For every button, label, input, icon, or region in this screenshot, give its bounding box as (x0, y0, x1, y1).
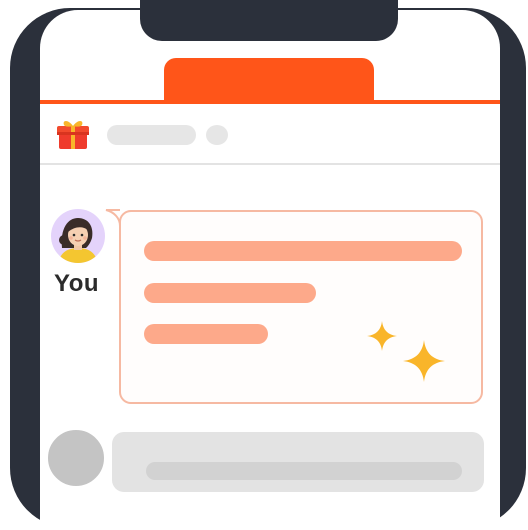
header-title-placeholder (107, 125, 196, 145)
phone-notch (140, 0, 398, 41)
header-badge-placeholder (206, 125, 228, 145)
sparkle-icon (367, 321, 397, 351)
message-line (144, 324, 268, 344)
header-accent-line (40, 100, 500, 104)
sparkle-icon (403, 340, 445, 382)
next-avatar-placeholder (42, 424, 110, 492)
header-divider (40, 163, 500, 165)
gift-icon (57, 121, 89, 149)
sender-label: You (54, 270, 100, 297)
message-line (144, 241, 462, 261)
message-line (144, 283, 316, 303)
active-tab[interactable] (164, 58, 374, 102)
next-message-line-placeholder (146, 462, 462, 480)
woman-avatar-icon (51, 209, 105, 263)
